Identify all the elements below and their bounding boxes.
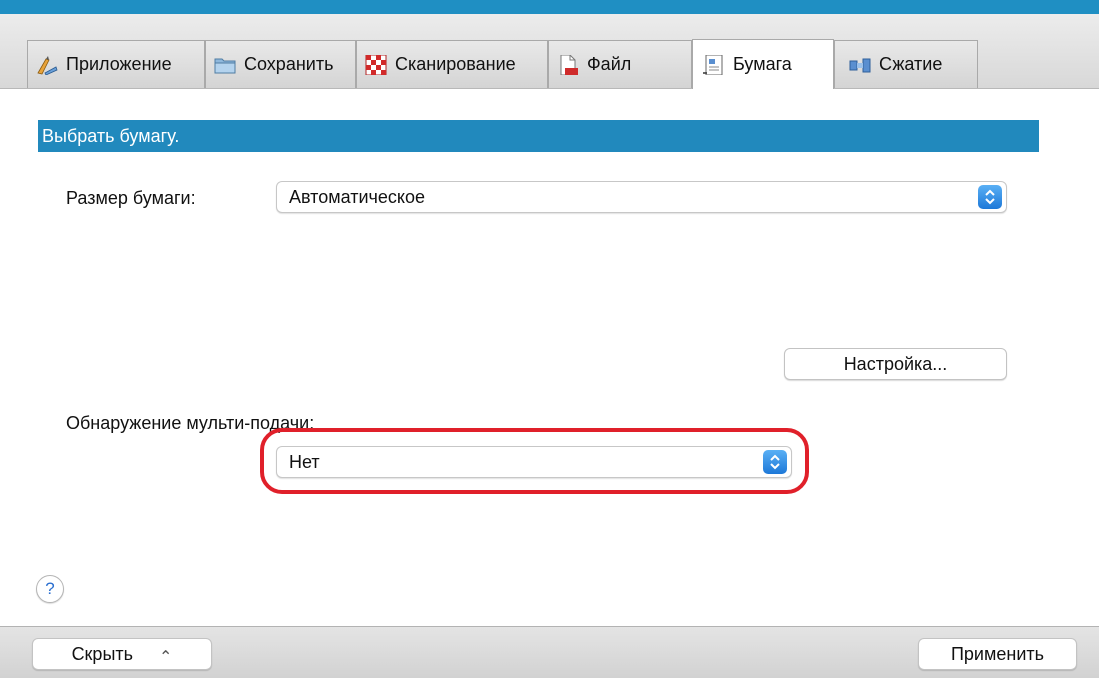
tab-application[interactable]: Приложение [27,40,205,88]
multifeed-value: Нет [289,451,320,472]
compression-icon [849,55,871,75]
window-top-strip [0,0,1099,14]
tab-compression[interactable]: Сжатие [834,40,978,88]
tab-label: Бумага [733,54,792,74]
tab-file[interactable]: Файл [548,40,692,88]
tab-label: Файл [587,54,632,74]
checkerboard-icon [365,54,387,75]
file-icon [557,54,579,75]
chevron-up-icon: ⌃ [159,649,173,666]
help-icon: ? [45,579,55,598]
select-stepper-icon [763,450,787,474]
paper-icon [703,54,725,75]
paper-size-label: Размер бумаги: [66,188,196,208]
paper-size-select[interactable]: Автоматическое [276,181,1007,213]
tab-label: Сохранить [244,54,334,74]
tab-scanning[interactable]: Сканирование [356,40,548,88]
select-stepper-icon [978,185,1002,209]
settings-button[interactable]: Настройка... [784,348,1007,380]
help-button[interactable]: ? [36,575,64,603]
tab-label: Сканирование [395,54,516,74]
section-header: Выбрать бумагу. [38,120,1039,152]
tab-label: Приложение [66,54,172,74]
tab-bar: Приложение Сохранить Сканирование Файл Б… [0,14,1099,89]
paper-size-value: Автоматическое [289,186,426,207]
hide-button[interactable]: Скрыть ⌃ [32,638,212,670]
multifeed-label: Обнаружение мульти-подачи: [66,413,315,433]
apply-button[interactable]: Применить [918,638,1077,670]
folder-icon [214,55,236,75]
pencil-ruler-icon [36,55,58,75]
multifeed-select[interactable]: Нет [276,446,792,478]
tab-save[interactable]: Сохранить [205,40,356,88]
tab-label: Сжатие [879,54,943,74]
bottom-bar: Скрыть ⌃ Применить [0,626,1099,678]
tab-paper[interactable]: Бумага [692,39,834,89]
hide-label: Скрыть [71,643,134,664]
